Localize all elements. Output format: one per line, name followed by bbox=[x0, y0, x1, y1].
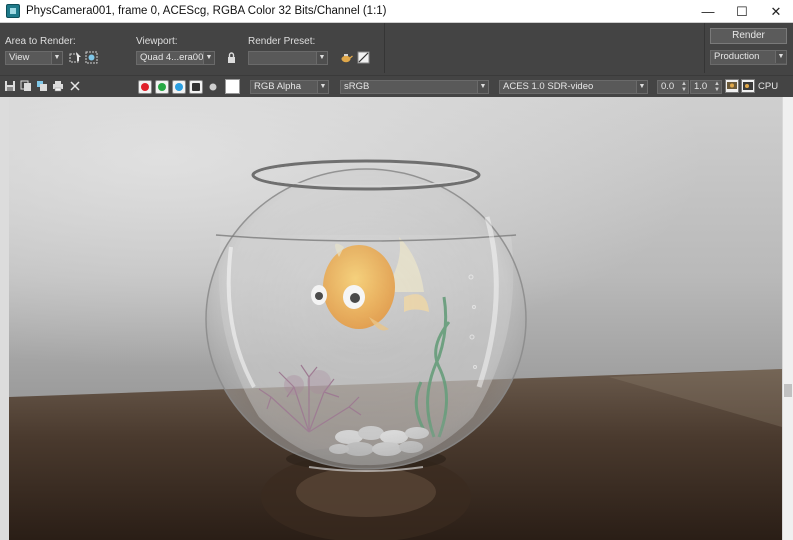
fish-bowl bbox=[205, 168, 527, 470]
teapot-icon[interactable] bbox=[340, 51, 353, 64]
chevron-down-icon: ▼ bbox=[775, 51, 786, 63]
gamma-spinner[interactable]: 1.0 ▲ ▼ bbox=[690, 80, 722, 94]
render-button[interactable]: Render bbox=[710, 28, 787, 44]
chevron-down-icon: ▼ bbox=[203, 52, 214, 64]
vertical-scrollbar[interactable] bbox=[782, 97, 793, 540]
channel-display-dropdown[interactable]: RGB Alpha ▼ bbox=[250, 80, 329, 94]
alpha-dot-icon[interactable] bbox=[207, 81, 219, 93]
spinner-arrows-icon[interactable]: ▲ ▼ bbox=[681, 81, 687, 93]
lock-icon[interactable] bbox=[225, 51, 238, 64]
copy-icon[interactable] bbox=[20, 80, 32, 92]
panel-divider bbox=[384, 23, 385, 73]
background-color-swatch[interactable] bbox=[225, 79, 240, 94]
green-dot-icon bbox=[158, 83, 166, 91]
view-transform-dropdown[interactable]: ACES 1.0 SDR-video ▼ bbox=[499, 80, 648, 94]
color-space-value: sRGB bbox=[344, 81, 370, 92]
mono-channel-button[interactable] bbox=[189, 80, 203, 94]
red-dot-icon bbox=[141, 83, 149, 91]
rendered-image bbox=[9, 97, 782, 540]
chevron-down-icon: ▼ bbox=[477, 81, 488, 93]
production-dropdown[interactable]: Production ▼ bbox=[710, 50, 787, 65]
area-to-render-label: Area to Render: bbox=[5, 36, 76, 47]
chevron-down-icon: ▼ bbox=[636, 81, 647, 93]
viewport-dropdown[interactable]: Quad 4...era001 ▼ bbox=[136, 51, 215, 65]
green-channel-button[interactable] bbox=[155, 80, 169, 94]
view-transform-value: ACES 1.0 SDR-video bbox=[503, 81, 594, 92]
viewport-label: Viewport: bbox=[136, 36, 178, 47]
clone-icon[interactable] bbox=[36, 80, 48, 92]
rendered-image-viewport[interactable] bbox=[9, 97, 782, 540]
window-controls: — ☐ ✕ bbox=[691, 0, 793, 23]
app-icon bbox=[6, 4, 20, 18]
chevron-down-icon: ▼ bbox=[316, 52, 327, 64]
viewport-value: Quad 4...era001 bbox=[140, 52, 209, 63]
minimize-button[interactable]: — bbox=[691, 0, 725, 23]
render-preset-dropdown[interactable]: ▼ bbox=[248, 51, 328, 65]
title-bar: PhysCamera001, frame 0, ACEScg, RGBA Col… bbox=[0, 0, 793, 23]
area-to-render-dropdown[interactable]: View ▼ bbox=[5, 51, 63, 65]
spinner-arrows-icon[interactable]: ▲ ▼ bbox=[714, 81, 720, 93]
clear-icon[interactable] bbox=[69, 80, 81, 92]
frame-buffer-toolbar: RGB Alpha ▼ sRGB ▼ ACES 1.0 SDR-video ▼ … bbox=[0, 75, 793, 96]
print-icon[interactable] bbox=[52, 80, 64, 92]
edit-region-icon[interactable] bbox=[69, 51, 82, 64]
chevron-down-icon: ▼ bbox=[317, 81, 328, 93]
render-options-panel: Area to Render: View ▼ Viewport: Quad 4.… bbox=[0, 23, 793, 73]
display-icon[interactable] bbox=[725, 79, 739, 93]
exposure-value: 0.0 bbox=[661, 81, 675, 92]
exposure-spinner[interactable]: 0.0 ▲ ▼ bbox=[657, 80, 689, 94]
panel-divider bbox=[704, 23, 705, 73]
device-label: CPU bbox=[758, 81, 779, 92]
channel-display-value: RGB Alpha bbox=[254, 81, 301, 92]
render-history-icon[interactable] bbox=[741, 79, 755, 93]
area-to-render-value: View bbox=[9, 52, 30, 63]
auto-region-icon[interactable] bbox=[85, 51, 98, 64]
save-icon[interactable] bbox=[4, 80, 16, 92]
blue-dot-icon bbox=[175, 83, 183, 91]
red-channel-button[interactable] bbox=[138, 80, 152, 94]
production-value: Production bbox=[714, 51, 760, 62]
scrollbar-thumb[interactable] bbox=[784, 384, 792, 397]
mono-icon bbox=[192, 83, 200, 91]
maximize-button[interactable]: ☐ bbox=[725, 0, 759, 23]
color-space-dropdown[interactable]: sRGB ▼ bbox=[340, 80, 489, 94]
render-preset-label: Render Preset: bbox=[248, 36, 316, 47]
blue-channel-button[interactable] bbox=[172, 80, 186, 94]
environment-icon[interactable] bbox=[357, 51, 370, 64]
viewport-left-margin bbox=[0, 97, 9, 540]
gamma-value: 1.0 bbox=[694, 81, 708, 92]
window-title: PhysCamera001, frame 0, ACEScg, RGBA Col… bbox=[26, 5, 387, 17]
chevron-down-icon: ▼ bbox=[51, 52, 62, 64]
close-button[interactable]: ✕ bbox=[759, 0, 793, 23]
